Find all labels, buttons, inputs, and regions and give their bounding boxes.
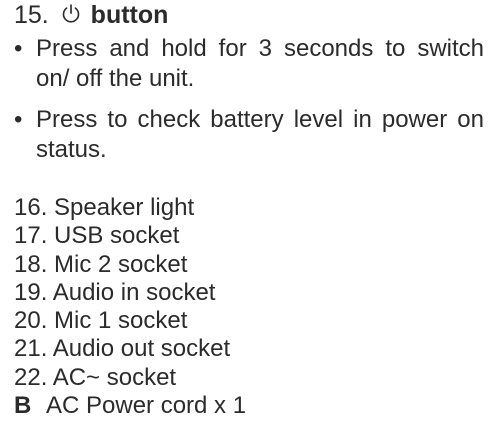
bullet-dot: • (14, 106, 23, 133)
power-icon (62, 4, 80, 23)
list-item: 20. Mic 1 socket (14, 307, 188, 335)
item-text: AC Power cord x 1 (46, 392, 247, 420)
list-item: 16. Speaker light (14, 194, 195, 221)
bullet-item-hold: • Press and hold for 3 seconds to switch… (14, 34, 484, 94)
bullet-dot: • (14, 35, 23, 62)
bullet-text: Press to check battery level in power on… (36, 106, 484, 163)
section-heading: 15. button (14, 0, 168, 30)
bullet-item-press: • Press to check battery level in power … (14, 105, 484, 165)
item-marker: B (14, 392, 32, 420)
list-item: 19. Audio in socket (14, 278, 216, 306)
list-item: 22. AC~ socket (14, 363, 177, 391)
heading-number: 15. (14, 1, 49, 29)
parts-list: 16. Speaker light 17. USB socket 18. Mic… (14, 194, 246, 420)
list-item: 17. USB socket (14, 222, 180, 250)
list-item: 21. Audio out socket (14, 335, 231, 363)
manual-page: 15. button • Press and hold for 3 second… (0, 0, 493, 422)
heading-title: button (90, 1, 169, 29)
bullet-text: Press and hold for 3 seconds to switch o… (36, 35, 484, 92)
list-item-b: B AC Power cord x 1 (14, 392, 246, 420)
list-item: 18. Mic 2 socket (14, 250, 188, 278)
